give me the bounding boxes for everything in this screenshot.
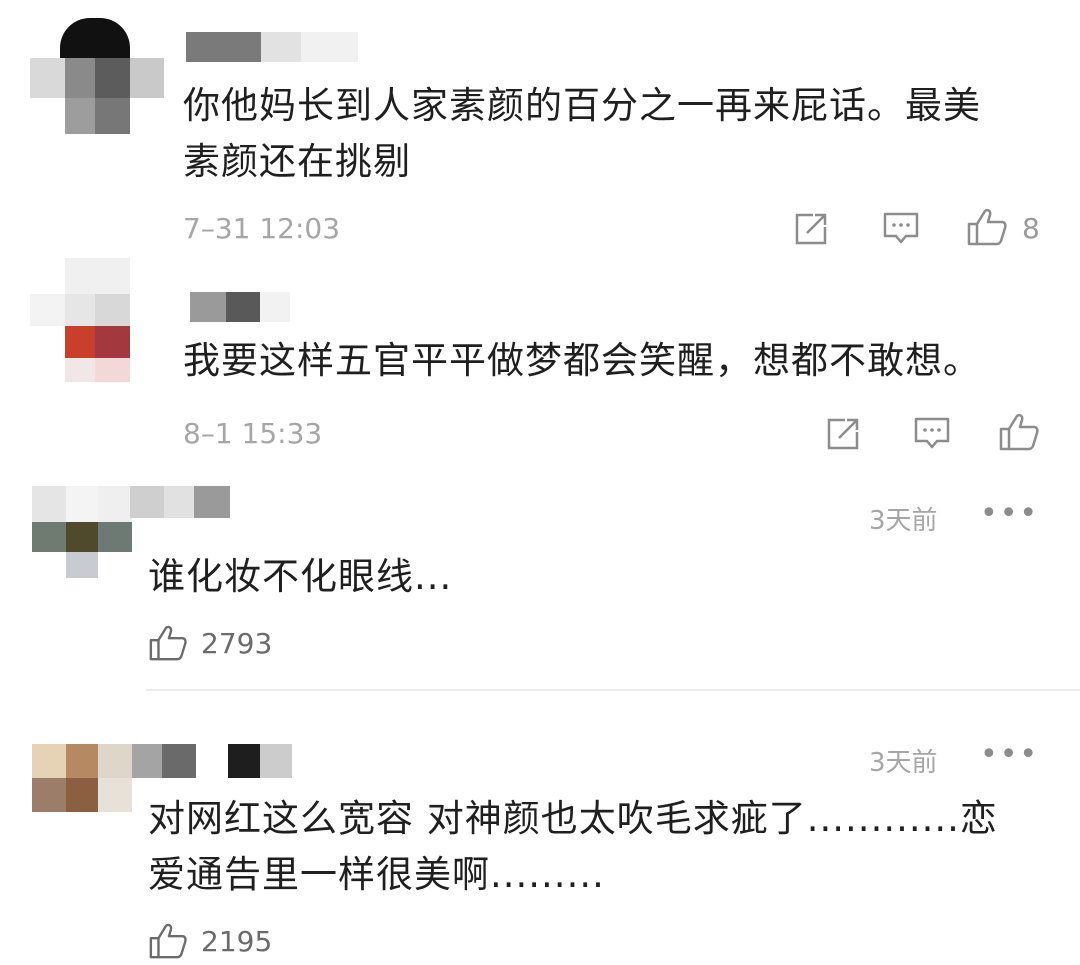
more-icon[interactable]: ••• [980,499,1039,529]
comment-text-line: 你他妈长到人家素颜的百分之一再来屁话。最美 [183,84,981,127]
username[interactable] [130,486,230,518]
avatar[interactable] [30,258,164,382]
avatar[interactable] [30,18,164,134]
comment-time: 8–1 15:33 [183,417,323,450]
thumbs-up-icon[interactable] [966,207,1008,247]
like-count: 2793 [201,627,273,660]
username[interactable] [132,744,292,778]
thumbs-up-icon[interactable] [148,921,188,961]
comment-time: 7–31 12:03 [183,212,341,245]
username[interactable] [190,292,290,322]
like-count: 8 [1022,212,1040,245]
share-icon[interactable] [825,416,861,452]
username[interactable] [186,32,358,62]
comment-text-line: 谁化妆不化眼线... [148,555,453,598]
comment-text-line: 素颜还在挑剔 [183,140,411,183]
comment-icon[interactable] [882,211,920,247]
comment-text-line: 对网红这么宽容 对神颜也太吹毛求疵了............恋 [148,797,998,840]
comment-icon[interactable] [913,416,951,452]
comment-text-line: 我要这样五官平平做梦都会笑醒，想都不敢想。 [183,339,981,382]
comment-time-ago: 3天前 [869,748,938,778]
comment-text-line: 爱通告里一样很美啊......... [148,853,605,896]
avatar[interactable] [32,744,132,812]
thumbs-up-icon[interactable] [148,623,188,663]
like-count: 2195 [201,925,273,958]
more-icon[interactable]: ••• [980,740,1039,770]
divider [146,689,1080,691]
avatar[interactable] [32,486,132,578]
share-icon[interactable] [793,211,829,247]
thumbs-up-icon[interactable] [998,412,1040,452]
comment-time-ago: 3天前 [869,506,938,536]
